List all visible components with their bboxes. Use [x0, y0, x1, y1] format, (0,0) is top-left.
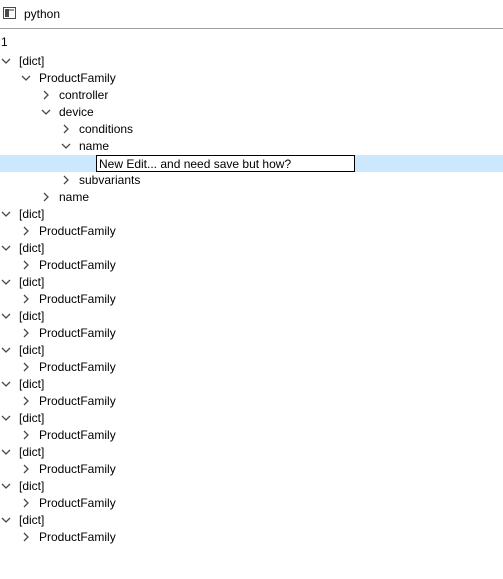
- tree-item-label: ProductFamily: [39, 394, 116, 408]
- window-title: python: [24, 7, 61, 21]
- tree-item-label: subvariants: [79, 173, 141, 187]
- tree-row[interactable]: [dict]: [0, 512, 503, 529]
- tree-row[interactable]: [dict]: [0, 240, 503, 257]
- tree-row[interactable]: ProductFamily: [0, 325, 503, 342]
- chevron-down-icon[interactable]: [0, 480, 12, 492]
- tree-item-label: name: [59, 190, 90, 204]
- chevron-down-icon[interactable]: [0, 208, 12, 220]
- tree-row[interactable]: ProductFamily: [0, 291, 503, 308]
- chevron-right-icon[interactable]: [20, 361, 32, 373]
- chevron-right-icon[interactable]: [20, 429, 32, 441]
- tree-view[interactable]: [dict] ProductFamily controller device condi…: [0, 53, 503, 546]
- chevron-down-icon[interactable]: [0, 412, 12, 424]
- tree-item-label: ProductFamily: [39, 71, 116, 85]
- tree-row[interactable]: [dict]: [0, 274, 503, 291]
- tree-item-label: [dict]: [19, 479, 45, 493]
- tree-row[interactable]: controller: [0, 87, 503, 104]
- tree-item-label: ProductFamily: [39, 326, 116, 340]
- tree-item-label: conditions: [79, 122, 134, 136]
- tree-item-label: ProductFamily: [39, 530, 116, 544]
- tree-row-editing[interactable]: [0, 155, 503, 172]
- tree-item-label: ProductFamily: [39, 360, 116, 374]
- chevron-right-icon[interactable]: [40, 89, 52, 101]
- tree-item-label: ProductFamily: [39, 462, 116, 476]
- tree-item-label: ProductFamily: [39, 428, 116, 442]
- tree-item-label: [dict]: [19, 377, 45, 391]
- tree-item-label: ProductFamily: [39, 258, 116, 272]
- tree-row[interactable]: ProductFamily: [0, 427, 503, 444]
- tree-item-edit-field[interactable]: [96, 155, 355, 172]
- tree-row[interactable]: [dict]: [0, 53, 503, 70]
- tree-item-label: [dict]: [19, 241, 45, 255]
- tree-item-label: [dict]: [19, 343, 45, 357]
- tree-row[interactable]: [dict]: [0, 376, 503, 393]
- tree-item-label: ProductFamily: [39, 224, 116, 238]
- chevron-right-icon[interactable]: [40, 191, 52, 203]
- tree-row[interactable]: subvariants: [0, 172, 503, 189]
- chevron-down-icon[interactable]: [40, 106, 52, 118]
- tree-row[interactable]: [dict]: [0, 478, 503, 495]
- tree-row[interactable]: conditions: [0, 121, 503, 138]
- tree-row[interactable]: [dict]: [0, 308, 503, 325]
- chevron-down-icon[interactable]: [60, 140, 72, 152]
- tree-item-label: controller: [59, 88, 109, 102]
- chevron-right-icon[interactable]: [20, 497, 32, 509]
- title-bar: python: [0, 0, 503, 29]
- tree-row[interactable]: ProductFamily: [0, 393, 503, 410]
- chevron-right-icon[interactable]: [20, 293, 32, 305]
- tree-item-label: [dict]: [19, 275, 45, 289]
- chevron-right-icon[interactable]: [20, 531, 32, 543]
- tree-row[interactable]: ProductFamily: [0, 223, 503, 240]
- tree-item-label: ProductFamily: [39, 292, 116, 306]
- chevron-down-icon[interactable]: [0, 378, 12, 390]
- tree-row[interactable]: [dict]: [0, 444, 503, 461]
- tree-column-header: 1: [1, 35, 8, 49]
- tree-row[interactable]: ProductFamily: [0, 495, 503, 512]
- chevron-down-icon[interactable]: [0, 514, 12, 526]
- tree-item-label: [dict]: [19, 54, 45, 68]
- chevron-down-icon[interactable]: [0, 276, 12, 288]
- tree-item-label: name: [79, 139, 110, 153]
- chevron-right-icon[interactable]: [20, 225, 32, 237]
- chevron-down-icon[interactable]: [0, 242, 12, 254]
- chevron-right-icon[interactable]: [20, 463, 32, 475]
- chevron-right-icon[interactable]: [20, 395, 32, 407]
- chevron-right-icon[interactable]: [60, 174, 72, 186]
- tree-row[interactable]: [dict]: [0, 342, 503, 359]
- tree-row[interactable]: [dict]: [0, 410, 503, 427]
- chevron-down-icon[interactable]: [20, 72, 32, 84]
- chevron-right-icon[interactable]: [60, 123, 72, 135]
- tree-row[interactable]: ProductFamily: [0, 257, 503, 274]
- tree-item-label: [dict]: [19, 207, 45, 221]
- tree-item-label: [dict]: [19, 309, 45, 323]
- tree-row[interactable]: ProductFamily: [0, 461, 503, 478]
- chevron-down-icon[interactable]: [0, 310, 12, 322]
- tree-row[interactable]: [dict]: [0, 206, 503, 223]
- app-window-icon: [3, 7, 16, 19]
- tree-item-label: device: [59, 105, 94, 119]
- tree-item-label: ProductFamily: [39, 496, 116, 510]
- chevron-right-icon[interactable]: [20, 259, 32, 271]
- tree-row[interactable]: name: [0, 138, 503, 155]
- chevron-down-icon[interactable]: [0, 55, 12, 67]
- chevron-right-icon[interactable]: [20, 327, 32, 339]
- tree-row[interactable]: name: [0, 189, 503, 206]
- tree-item-label: [dict]: [19, 445, 45, 459]
- tree-item-label: [dict]: [19, 411, 45, 425]
- chevron-down-icon[interactable]: [0, 446, 12, 458]
- tree-item-label: [dict]: [19, 513, 45, 527]
- tree-row[interactable]: ProductFamily: [0, 359, 503, 376]
- tree-row[interactable]: ProductFamily: [0, 70, 503, 87]
- tree-row[interactable]: device: [0, 104, 503, 121]
- chevron-down-icon[interactable]: [0, 344, 12, 356]
- tree-row[interactable]: ProductFamily: [0, 529, 503, 546]
